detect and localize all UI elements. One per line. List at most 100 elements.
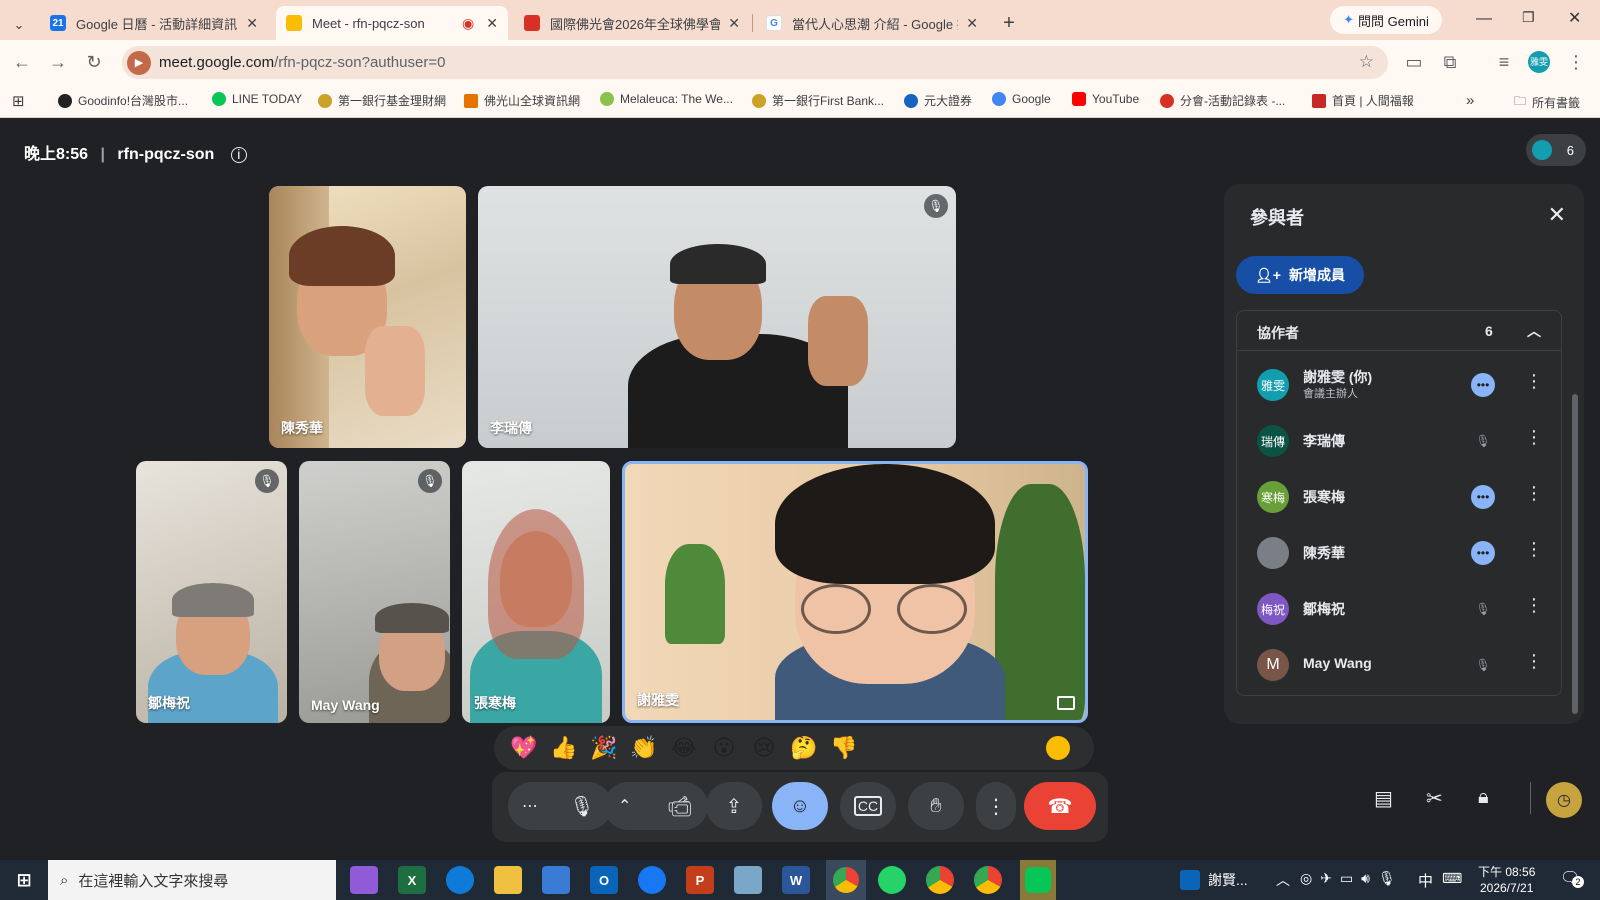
present-button[interactable]: ⇪	[706, 782, 762, 830]
tab-fgs[interactable]: 國際佛光會2026年全球佛學會考 ✕	[514, 6, 750, 40]
leave-call-button[interactable]: ☎	[1024, 782, 1096, 830]
excel-icon[interactable]: X	[398, 866, 426, 894]
bookmark-google[interactable]: Google	[992, 92, 1051, 106]
reaction-clap[interactable]: 👏	[630, 734, 658, 762]
close-panel-icon[interactable]: ✕	[1548, 202, 1566, 228]
powerpoint-icon[interactable]: P	[686, 866, 714, 894]
back-button[interactable]: ←	[10, 50, 34, 74]
new-tab-button[interactable]: +	[994, 6, 1024, 40]
video-tile[interactable]: 🎙︎ May Wang	[299, 461, 450, 723]
close-tab-icon[interactable]: ✕	[246, 15, 258, 32]
bookmark-line-today[interactable]: LINE TODAY	[212, 92, 302, 106]
apps-icon[interactable]: ⊞	[12, 92, 25, 110]
pip-icon[interactable]	[1057, 696, 1075, 710]
tab-calendar[interactable]: 21 Google 日曆 - 活動詳細資訊 ✕	[40, 6, 268, 40]
reaction-thinking[interactable]: 🤔	[790, 734, 818, 762]
host-controls-icon[interactable]: 🔒︎	[1478, 786, 1489, 809]
video-tile[interactable]: 張寒梅	[462, 461, 610, 723]
site-info-icon[interactable]: ▶	[127, 50, 151, 75]
tab-search-dropdown[interactable]: ⌄	[4, 8, 34, 42]
video-tile[interactable]: 🎙︎ 鄒梅祝	[136, 461, 287, 723]
participant-row[interactable]: 梅祝 鄒梅祝 🎙︎ ⋮	[1237, 581, 1561, 637]
reaction-heart[interactable]: 💖	[510, 734, 538, 762]
ime-indicator[interactable]: 中	[1418, 870, 1433, 891]
section-header[interactable]: 協作者 6 ︿	[1237, 311, 1561, 351]
bookmark-firstbank[interactable]: 第一銀行First Bank...	[752, 92, 884, 109]
start-button[interactable]: ⊞	[10, 866, 38, 894]
mic-options-icon[interactable]: ⋯	[522, 796, 538, 816]
video-tile-active-speaker[interactable]: 謝雅雯	[622, 461, 1088, 723]
bookmark-goodinfo[interactable]: Goodinfo!台灣股市...	[58, 92, 188, 109]
reaction-thumbs-up[interactable]: 👍	[550, 734, 578, 762]
more-vert-icon[interactable]: ⋮	[1525, 539, 1543, 560]
gemini-button[interactable]: ✦ 問問 Gemini	[1330, 6, 1442, 34]
chrome-active-icon[interactable]	[826, 860, 866, 900]
video-tile[interactable]: 🎙︎ 李瑞傳	[478, 186, 956, 448]
all-bookmarks-folder[interactable]: 🗀 所有書籤	[1514, 92, 1580, 113]
address-bar[interactable]: ▶ meet.google.com/rfn-pqcz-son?authuser=…	[122, 46, 1388, 79]
bookmark-activity-log[interactable]: 分會-活動記錄表 -...	[1160, 92, 1285, 109]
tab-meet[interactable]: Meet - rfn-pqcz-son ◉ ✕	[276, 6, 508, 40]
paint-icon[interactable]	[734, 866, 762, 894]
reload-button[interactable]: ↻	[82, 50, 106, 74]
chat-icon[interactable]: ▤	[1374, 786, 1393, 811]
panel-scrollbar[interactable]	[1572, 394, 1578, 714]
meeting-info-icon[interactable]: i	[230, 147, 247, 163]
close-tab-icon[interactable]: ✕	[486, 15, 498, 32]
chrome-profile-icon[interactable]	[926, 866, 954, 894]
more-vert-icon[interactable]: ⋮	[1525, 483, 1543, 504]
bookmark-yuanta[interactable]: 元大證券	[904, 92, 972, 109]
chevron-up-icon[interactable]: ︿	[1527, 321, 1541, 341]
close-tab-icon[interactable]: ✕	[966, 15, 978, 32]
add-people-button[interactable]: 👤︎+ 新增成員	[1236, 256, 1364, 294]
more-options-button[interactable]: ⋮	[976, 782, 1016, 830]
word-icon[interactable]: W	[782, 866, 810, 894]
participant-row[interactable]: 瑞傳 李瑞傳 🎙︎ ⋮	[1237, 413, 1561, 469]
notifications-button[interactable]: 🗨︎ 2	[1560, 868, 1584, 888]
bookmark-youtube[interactable]: YouTube	[1072, 92, 1139, 106]
close-window-button[interactable]: ✕	[1568, 8, 1581, 28]
system-tray-icons[interactable]: ◎✈▭🔊︎🎙︎	[1300, 870, 1404, 887]
copilot-icon[interactable]	[350, 866, 378, 894]
store-icon[interactable]	[542, 866, 570, 894]
browser-menu-icon[interactable]: ⋮	[1564, 50, 1588, 74]
file-explorer-icon[interactable]	[494, 866, 522, 894]
bookmark-star-icon[interactable]: ☆	[1359, 52, 1374, 72]
edge-icon[interactable]	[446, 866, 474, 894]
reaction-party[interactable]: 🎉	[590, 734, 618, 762]
participant-count-chip[interactable]: 6	[1526, 134, 1586, 166]
more-vert-icon[interactable]: ⋮	[1525, 427, 1543, 448]
close-tab-icon[interactable]: ✕	[728, 15, 740, 32]
reaction-surprised[interactable]: 😮	[710, 734, 738, 762]
tray-chevron-icon[interactable]: ︿	[1276, 870, 1290, 890]
line-app-icon[interactable]	[1020, 860, 1056, 900]
camera-button[interactable]: 📹︎	[656, 782, 704, 830]
more-vert-icon[interactable]: ⋮	[1525, 595, 1543, 616]
taskbar-search[interactable]: ⌕ 在這裡輸入文字來搜尋	[48, 860, 336, 900]
participant-row[interactable]: 寒梅 張寒梅 ••• ⋮	[1237, 469, 1561, 525]
tab-google-search[interactable]: G 當代人心思潮 介紹 - Google 搜 ✕	[756, 6, 988, 40]
more-vert-icon[interactable]: ⋮	[1525, 371, 1543, 392]
microphone-button[interactable]: 🎙︎	[558, 782, 606, 830]
bookmark-melaleuca[interactable]: Melaleuca: The We...	[600, 92, 733, 106]
captions-button[interactable]: CC	[840, 782, 896, 830]
more-bookmarks-icon[interactable]: »	[1466, 92, 1474, 109]
clock[interactable]: 下午 08:56 2026/7/21	[1478, 864, 1535, 896]
more-vert-icon[interactable]: ⋮	[1525, 651, 1543, 672]
profile-avatar[interactable]: 雅雯	[1528, 51, 1550, 73]
messenger-icon[interactable]	[638, 866, 666, 894]
chrome-profile-icon[interactable]	[974, 866, 1002, 894]
raise-hand-button[interactable]: ✋︎	[908, 782, 964, 830]
keyboard-icon[interactable]: ⌨	[1442, 870, 1462, 887]
bookmark-merit-times[interactable]: 首頁 | 人間福報	[1312, 92, 1414, 109]
video-tile[interactable]: 陳秀華	[269, 186, 466, 448]
media-icon[interactable]: ≡	[1492, 50, 1516, 74]
camera-options-icon[interactable]: ⌃	[618, 796, 631, 816]
taskbar-app-outlook-notice[interactable]: 謝賢...	[1180, 870, 1248, 890]
reaction-thumbs-down[interactable]: 👎	[830, 734, 858, 762]
reaction-sad[interactable]: 😢	[750, 734, 778, 762]
reactions-button[interactable]: ☺	[772, 782, 828, 830]
restore-button[interactable]: ❐	[1522, 9, 1535, 26]
participant-row[interactable]: 陳秀華 ••• ⋮	[1237, 525, 1561, 581]
extensions-icon[interactable]: ⧉	[1438, 50, 1462, 74]
